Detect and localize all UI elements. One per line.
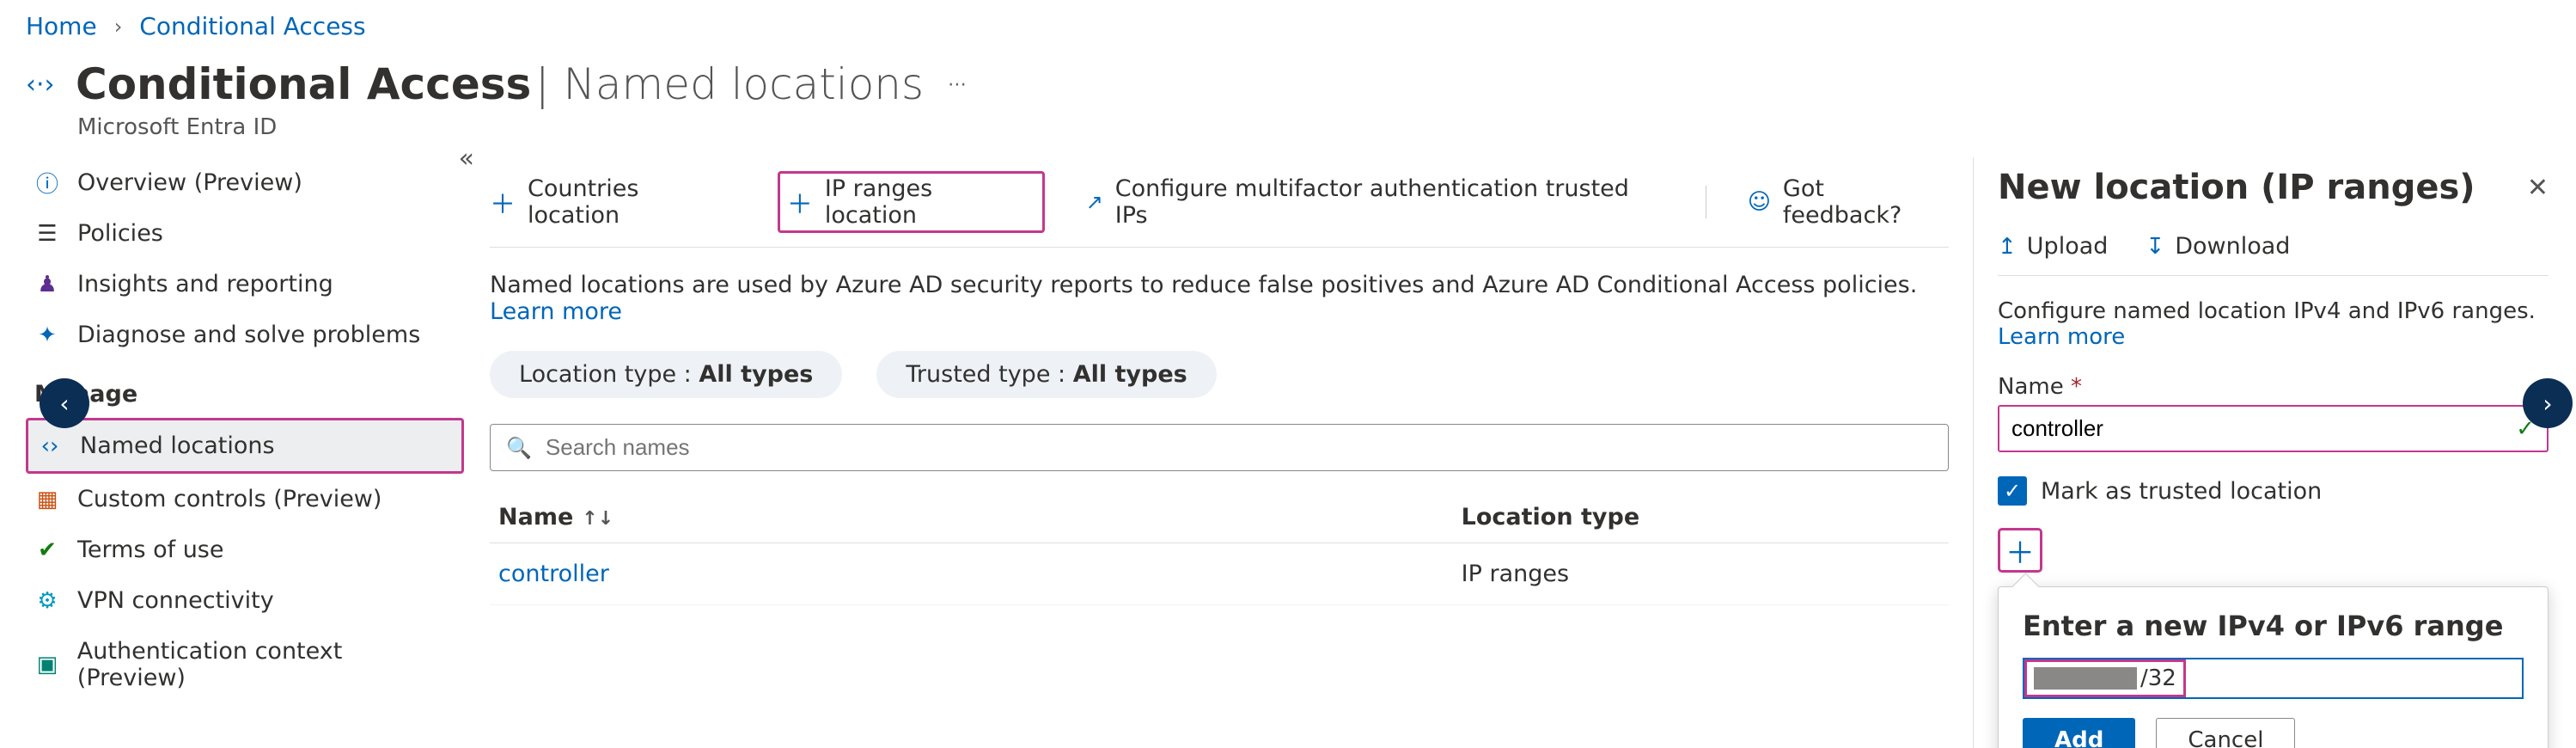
row-type: IP ranges [1453,543,1949,605]
close-icon[interactable]: ✕ [2527,173,2549,203]
sort-icon: ↑↓ [582,508,613,530]
diagnose-icon: ✦ [34,322,60,348]
redacted-ip [2034,667,2137,690]
toolbar-label: Countries location [528,175,736,229]
named-locations-table: Name↑↓ Location type controller IP range… [490,492,1949,605]
toolbar-label: IP ranges location [825,175,1030,229]
sidebar-item-diagnose[interactable]: ✦ Diagnose and solve problems [26,310,464,360]
download-button[interactable]: ↧ Download [2146,233,2290,260]
plus-icon: ＋ [490,183,516,221]
info-icon: ⓘ [34,170,60,196]
filter-location-type[interactable]: Location type : All types [490,351,842,398]
new-location-blade: New location (IP ranges) ✕ ↥ Upload ↧ Do… [1973,157,2576,748]
main-content: ＋ Countries location ＋ IP ranges locatio… [464,157,1973,605]
blade-toolbar: ↥ Upload ↧ Download [1998,207,2549,276]
toolbar-label: Configure multifactor authentication tru… [1115,175,1664,229]
sidebar-item-label: Authentication context (Preview) [77,638,455,691]
sidebar-item-insights[interactable]: ♟ Insights and reporting [26,259,464,310]
name-input-wrap: ✓ [1998,405,2549,452]
chevron-right-icon: › [114,15,123,39]
page-heading: ‹·› Conditional Access | Named locations… [0,44,2576,109]
checkbox-checked-icon[interactable]: ✓ [1998,476,2027,506]
list-icon: ☰ [34,221,60,247]
col-name[interactable]: Name↑↓ [490,492,1453,543]
trusted-label: Mark as trusted location [2041,478,2322,505]
sidebar: « ⓘ Overview (Preview) ☰ Policies ♟ Insi… [0,157,464,703]
plus-icon: ＋ [787,183,813,221]
ip-range-input[interactable] [2186,660,2522,697]
sidebar-item-custom-controls[interactable]: ▦ Custom controls (Preview) [26,474,464,524]
learn-more-link[interactable]: Learn more [1998,324,2125,350]
gear-icon: ⚙ [34,588,60,614]
ip-range-popover: Enter a new IPv4 or IPv6 range /32 Add C… [1998,586,2549,748]
svg-text:‹·›: ‹·› [26,70,55,100]
search-input[interactable] [544,433,1932,462]
external-link-icon: ↗ [1086,190,1103,214]
sidebar-item-label: Diagnose and solve problems [77,322,420,348]
sidebar-item-terms[interactable]: ✔ Terms of use [26,524,464,575]
controls-icon: ▦ [34,487,60,512]
context-icon: ▣ [34,652,60,677]
col-location-type[interactable]: Location type [1453,492,1949,543]
collapse-sidebar-icon[interactable]: « [459,144,474,174]
countries-location-button[interactable]: ＋ Countries location [490,175,736,229]
ip-suffix: /32 [2140,662,2183,695]
page-subtitle: Microsoft Entra ID [0,109,2576,157]
sidebar-item-label: Policies [77,220,163,247]
description: Named locations are used by Azure AD sec… [490,248,1949,351]
sidebar-item-label: Terms of use [77,536,224,563]
location-icon: ‹› [37,433,63,459]
sidebar-item-overview[interactable]: ⓘ Overview (Preview) [26,157,464,208]
sidebar-item-label: Insights and reporting [77,271,333,297]
sidebar-item-label: Overview (Preview) [77,169,302,196]
breadcrumb: Home › Conditional Access [0,0,2576,44]
sidebar-section-manage: Manage [26,360,464,418]
sidebar-item-label: Named locations [80,432,275,459]
trusted-checkbox-row[interactable]: ✓ Mark as trusted location [1998,469,2549,528]
check-icon: ✔ [34,537,60,563]
blade-title: New location (IP ranges) [1998,168,2475,207]
configure-mfa-button[interactable]: ↗ Configure multifactor authentication t… [1086,175,1664,229]
learn-more-link[interactable]: Learn more [490,298,622,325]
blade-description: Configure named location IPv4 and IPv6 r… [1998,276,2549,374]
popover-title: Enter a new IPv4 or IPv6 range [2023,610,2524,642]
search-icon: 🔍 [506,436,532,460]
more-icon[interactable]: ⋯ [948,74,967,95]
toolbar-label: Upload [2027,233,2109,260]
breadcrumb-current[interactable]: Conditional Access [139,12,365,40]
upload-button[interactable]: ↥ Upload [1998,233,2108,260]
lightbulb-icon: ♟ [34,272,60,297]
name-label: Name * [1998,374,2549,405]
download-icon: ↧ [2146,234,2164,260]
name-input[interactable] [1999,407,2504,451]
search-names[interactable]: 🔍 [490,424,1949,471]
sidebar-item-label: VPN connectivity [77,587,274,614]
filter-trusted-type[interactable]: Trusted type : All types [876,351,1216,398]
page-title: Conditional Access [76,59,531,109]
conditional-access-icon: ‹·› [26,67,60,101]
add-button[interactable]: Add [2023,718,2135,748]
carousel-prev-button[interactable]: ‹ [40,378,89,428]
sidebar-item-named-locations[interactable]: ‹› Named locations [26,418,464,474]
filter-pills: Location type : All types Trusted type :… [490,351,1949,424]
table-row[interactable]: controller IP ranges [490,543,1949,605]
carousel-next-button[interactable]: › [2523,378,2573,428]
breadcrumb-home[interactable]: Home [26,12,97,40]
add-ip-range-button[interactable]: ＋ [1998,528,2042,573]
sidebar-item-policies[interactable]: ☰ Policies [26,208,464,259]
ip-input-outer: /32 [2023,658,2524,699]
toolbar: ＋ Countries location ＋ IP ranges locatio… [490,162,1949,248]
page-title-suffix: | Named locations [535,59,924,109]
ip-ranges-location-button[interactable]: ＋ IP ranges location [778,171,1045,233]
cancel-button[interactable]: Cancel [2156,718,2295,748]
row-name-link[interactable]: controller [498,561,609,587]
toolbar-label: Download [2175,233,2290,260]
sidebar-item-vpn[interactable]: ⚙ VPN connectivity [26,575,464,626]
sidebar-item-auth-context[interactable]: ▣ Authentication context (Preview) [26,626,464,703]
toolbar-label: Got feedback? [1783,175,1949,229]
person-feedback-icon: ☺ [1748,189,1771,215]
feedback-button[interactable]: ☺ Got feedback? [1748,175,1949,229]
upload-icon: ↥ [1998,234,2017,260]
sidebar-item-label: Custom controls (Preview) [77,486,382,512]
